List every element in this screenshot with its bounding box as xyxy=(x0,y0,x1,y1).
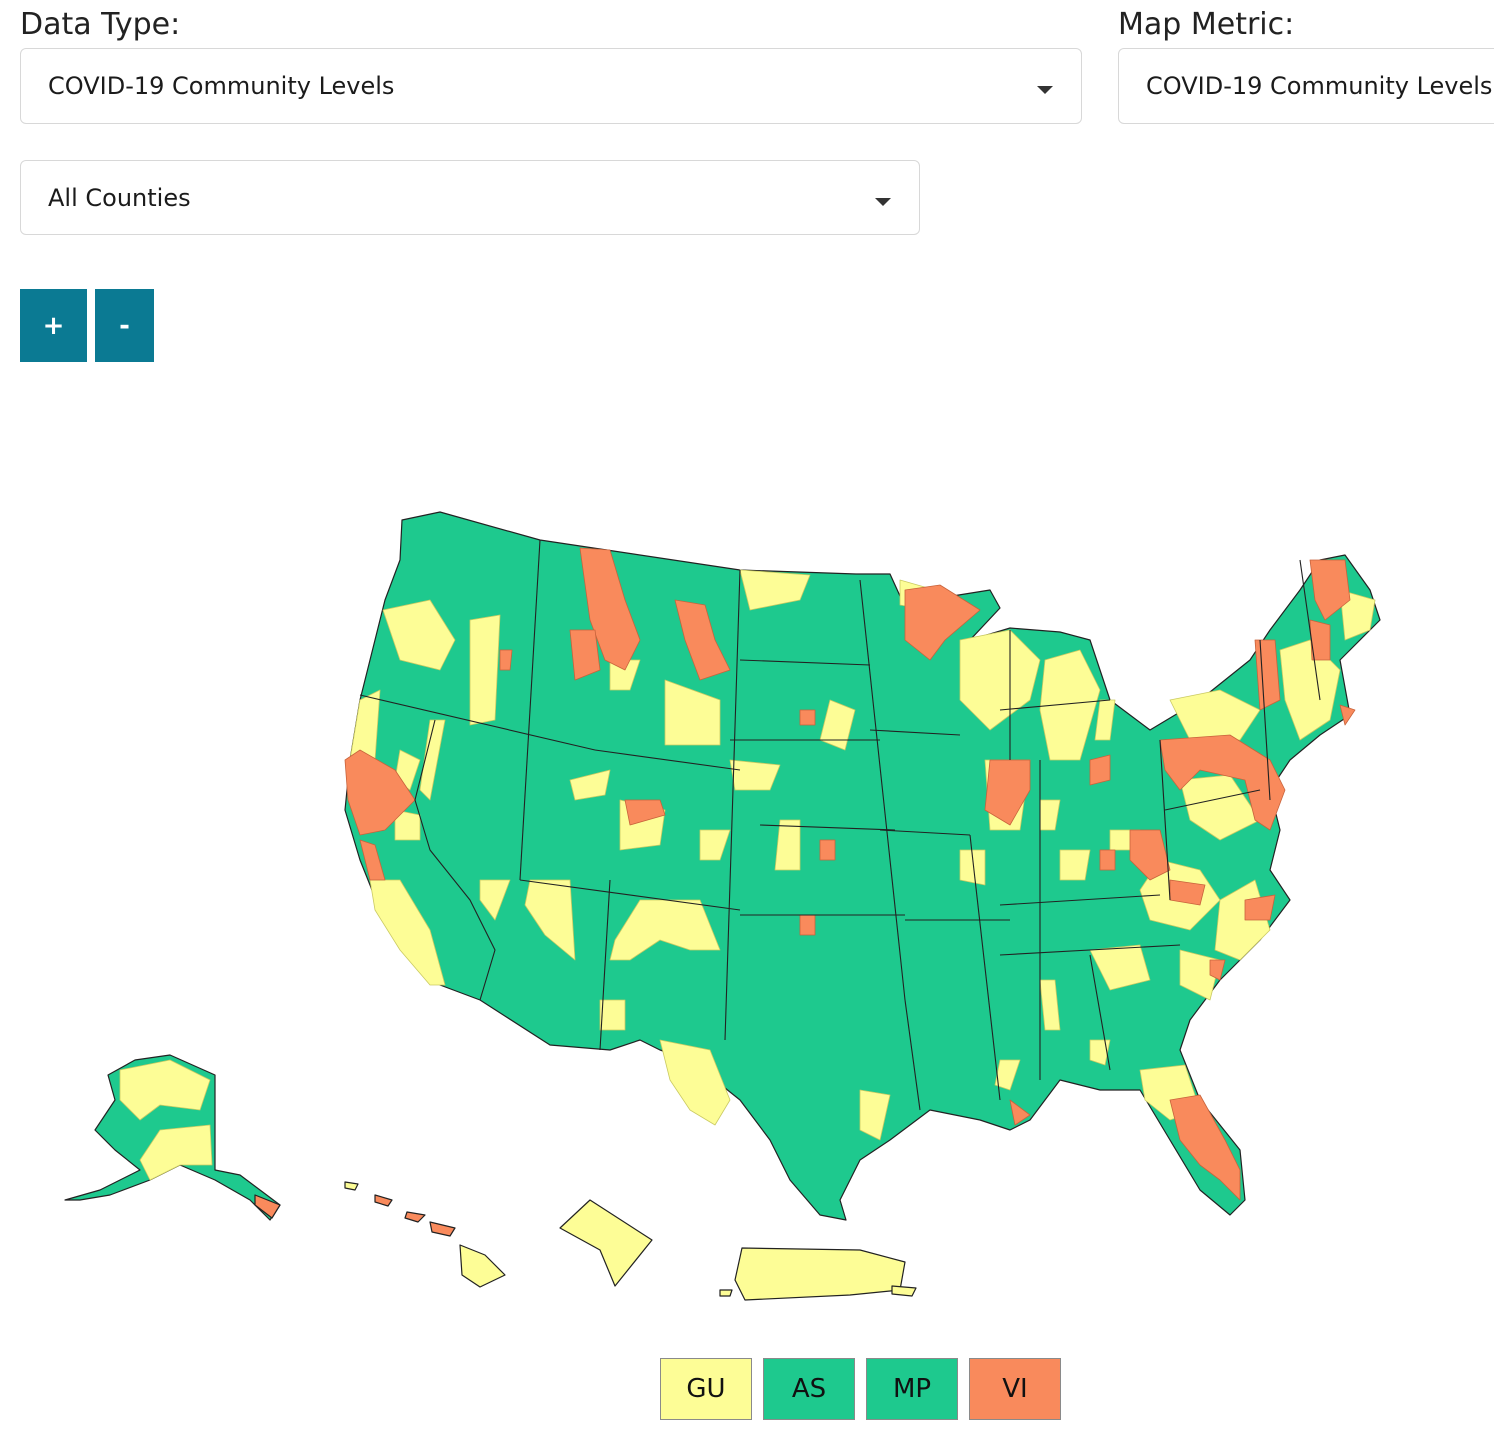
legend-item-mp[interactable]: MP xyxy=(866,1358,958,1420)
map-legend: GU AS MP VI xyxy=(660,1358,1061,1420)
zoom-out-button[interactable]: - xyxy=(95,289,154,362)
legend-label: AS xyxy=(791,1374,827,1404)
hawaii-islands xyxy=(344,1181,359,1191)
legend-item-gu[interactable]: GU xyxy=(660,1358,752,1420)
us-map-svg[interactable] xyxy=(0,380,1494,1340)
county-scope-select[interactable]: All Counties xyxy=(20,160,920,235)
puerto-rico-shape xyxy=(734,1247,906,1301)
map-metric-select-value: COVID-19 Community Levels xyxy=(1146,72,1493,100)
chevron-down-icon xyxy=(875,197,891,206)
legend-item-as[interactable]: AS xyxy=(763,1358,855,1420)
us-county-map[interactable] xyxy=(0,380,1494,1340)
zoom-in-button[interactable]: + xyxy=(20,289,87,362)
chevron-down-icon xyxy=(1037,86,1053,94)
county-scope-select-value: All Counties xyxy=(48,183,191,212)
legend-item-vi[interactable]: VI xyxy=(969,1358,1061,1420)
legend-label: MP xyxy=(892,1374,932,1404)
legend-label: VI xyxy=(1002,1374,1028,1404)
data-type-select-value: COVID-19 Community Levels xyxy=(48,72,395,100)
map-metric-select[interactable]: COVID-19 Community Levels xyxy=(1118,48,1494,124)
data-type-label: Data Type: xyxy=(20,7,181,42)
data-type-select[interactable]: COVID-19 Community Levels xyxy=(20,48,1082,124)
legend-label: GU xyxy=(686,1374,726,1404)
dc-shape xyxy=(559,1199,653,1287)
map-metric-label: Map Metric: xyxy=(1118,7,1295,42)
